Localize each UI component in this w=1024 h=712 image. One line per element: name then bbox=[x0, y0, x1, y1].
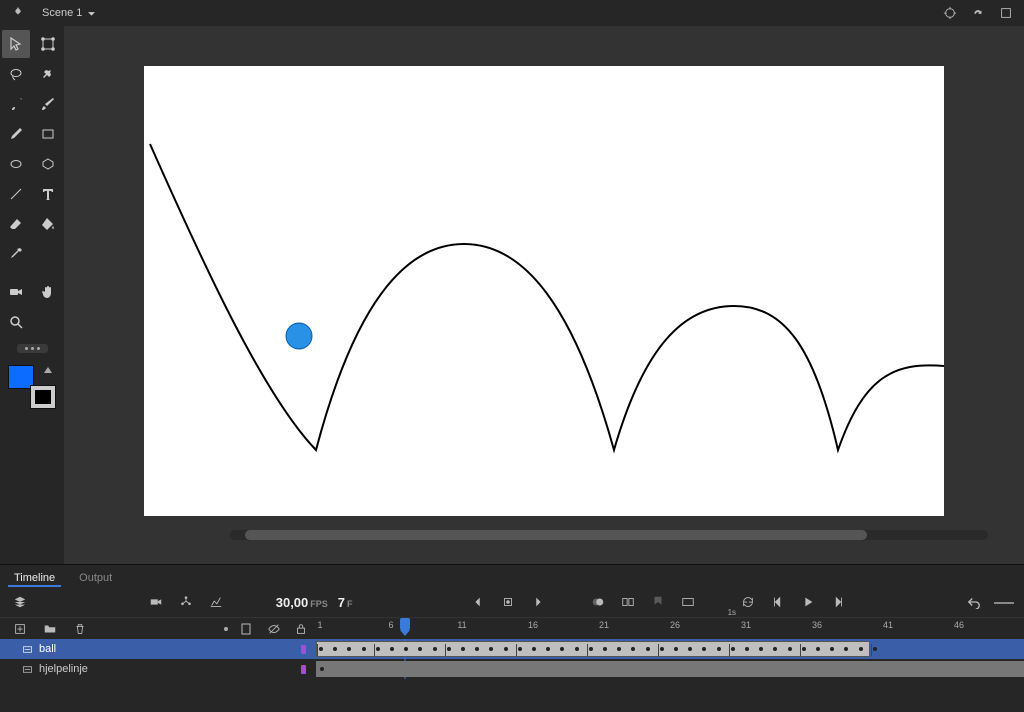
keyframe-indicator bbox=[301, 665, 306, 674]
line-tool[interactable] bbox=[2, 180, 30, 208]
camera-layer-icon[interactable] bbox=[146, 592, 166, 612]
rotate-view-icon[interactable] bbox=[968, 3, 988, 23]
stop-button[interactable] bbox=[498, 592, 518, 612]
highlight-toggle[interactable] bbox=[224, 627, 228, 631]
eyedropper-tool[interactable] bbox=[2, 240, 30, 268]
ruler-tick: 41 bbox=[883, 620, 893, 630]
ruler-tick: 6 bbox=[388, 620, 393, 630]
prev-keyframe-button[interactable] bbox=[468, 592, 488, 612]
timeline-panel: Timeline Output 30,00FPS 7F bbox=[0, 564, 1024, 712]
layer-list: ball hjelpelinje bbox=[0, 639, 1024, 679]
ruler-tick: 46 bbox=[954, 620, 964, 630]
tab-output[interactable]: Output bbox=[73, 569, 118, 587]
layer-row[interactable]: hjelpelinje bbox=[0, 659, 1024, 679]
ruler-tick: 16 bbox=[528, 620, 538, 630]
zoom-slider[interactable] bbox=[994, 602, 1014, 604]
hand-tool[interactable] bbox=[34, 278, 62, 306]
scene-nav-icon[interactable] bbox=[8, 3, 28, 23]
scene-selector[interactable]: Scene 1 bbox=[36, 5, 103, 21]
stage-canvas[interactable] bbox=[144, 66, 944, 516]
tab-timeline[interactable]: Timeline bbox=[8, 569, 61, 587]
ruler-tick: 1 bbox=[317, 620, 322, 630]
ruler-tick: 26 bbox=[670, 620, 680, 630]
ruler-tick: 21 bbox=[599, 620, 609, 630]
lock-toggle[interactable] bbox=[293, 619, 311, 639]
more-tools[interactable] bbox=[17, 344, 48, 353]
selection-tool[interactable] bbox=[2, 30, 30, 58]
brush-tool[interactable] bbox=[2, 90, 30, 118]
marker-icon bbox=[648, 592, 668, 612]
document-toolbar: Scene 1 bbox=[0, 0, 1024, 26]
stroke-swatch[interactable] bbox=[30, 385, 56, 409]
undo-icon[interactable] bbox=[964, 592, 984, 612]
playhead[interactable] bbox=[400, 618, 410, 630]
scene-name: Scene 1 bbox=[42, 7, 82, 19]
frame-track[interactable] bbox=[316, 639, 1024, 659]
layer-name: hjelpelinje bbox=[39, 663, 88, 675]
eraser-tool[interactable] bbox=[2, 210, 30, 238]
delete-layer-button[interactable] bbox=[70, 619, 90, 639]
graph-icon[interactable] bbox=[206, 592, 226, 612]
ruler-tick: 11 bbox=[457, 620, 466, 630]
lasso-tool[interactable] bbox=[2, 60, 30, 88]
rig-icon[interactable] bbox=[176, 592, 196, 612]
color-swatches[interactable] bbox=[8, 365, 56, 409]
new-layer-button[interactable] bbox=[10, 619, 30, 639]
fps-display[interactable]: 30,00FPS bbox=[276, 595, 328, 610]
center-stage-icon[interactable] bbox=[940, 3, 960, 23]
paint-bucket-tool[interactable] bbox=[34, 210, 62, 238]
step-forward-button[interactable] bbox=[828, 592, 848, 612]
rectangle-tool[interactable] bbox=[34, 120, 62, 148]
tool-palette bbox=[0, 26, 64, 564]
ruler-tick: 36 bbox=[812, 620, 822, 630]
ruler-tick: 31 bbox=[741, 620, 751, 630]
clip-content-icon[interactable] bbox=[996, 3, 1016, 23]
chevron-down-icon bbox=[86, 8, 97, 19]
outline-toggle[interactable] bbox=[238, 619, 256, 639]
frame-track[interactable] bbox=[316, 659, 1024, 679]
frame-display[interactable]: 7F bbox=[338, 595, 353, 610]
new-folder-button[interactable] bbox=[40, 619, 60, 639]
horizontal-scrollbar[interactable] bbox=[100, 530, 988, 540]
loop-button[interactable] bbox=[738, 592, 758, 612]
frame-ruler[interactable]: 1611162126313641461s bbox=[316, 618, 1024, 639]
paint-brush-tool[interactable] bbox=[34, 90, 62, 118]
polygon-tool[interactable] bbox=[34, 150, 62, 178]
layer-row[interactable]: ball bbox=[0, 639, 1024, 659]
layer-name: ball bbox=[39, 643, 56, 655]
step-back-button[interactable] bbox=[768, 592, 788, 612]
pen-tool[interactable] bbox=[2, 120, 30, 148]
edit-multiple-frames-icon[interactable] bbox=[618, 592, 638, 612]
pin-tool[interactable] bbox=[34, 60, 62, 88]
layer-header: 1611162126313641461s bbox=[0, 617, 1024, 639]
swap-colors-icon[interactable] bbox=[44, 367, 52, 373]
keyframe-indicator bbox=[301, 645, 306, 654]
next-keyframe-button[interactable] bbox=[528, 592, 548, 612]
visibility-toggle[interactable] bbox=[265, 619, 283, 639]
oval-tool[interactable] bbox=[2, 150, 30, 178]
onion-skin-icon[interactable] bbox=[588, 592, 608, 612]
zoom-tool[interactable] bbox=[2, 308, 30, 336]
play-button[interactable] bbox=[798, 592, 818, 612]
camera-tool[interactable] bbox=[2, 278, 30, 306]
layers-icon[interactable] bbox=[10, 592, 30, 612]
stage-drawing bbox=[144, 66, 944, 516]
stage-area bbox=[64, 26, 1024, 564]
timeline-toolbar: 30,00FPS 7F bbox=[0, 587, 1024, 617]
text-tool[interactable] bbox=[34, 180, 62, 208]
free-transform-tool[interactable] bbox=[34, 30, 62, 58]
frame-view-icon[interactable] bbox=[678, 592, 698, 612]
